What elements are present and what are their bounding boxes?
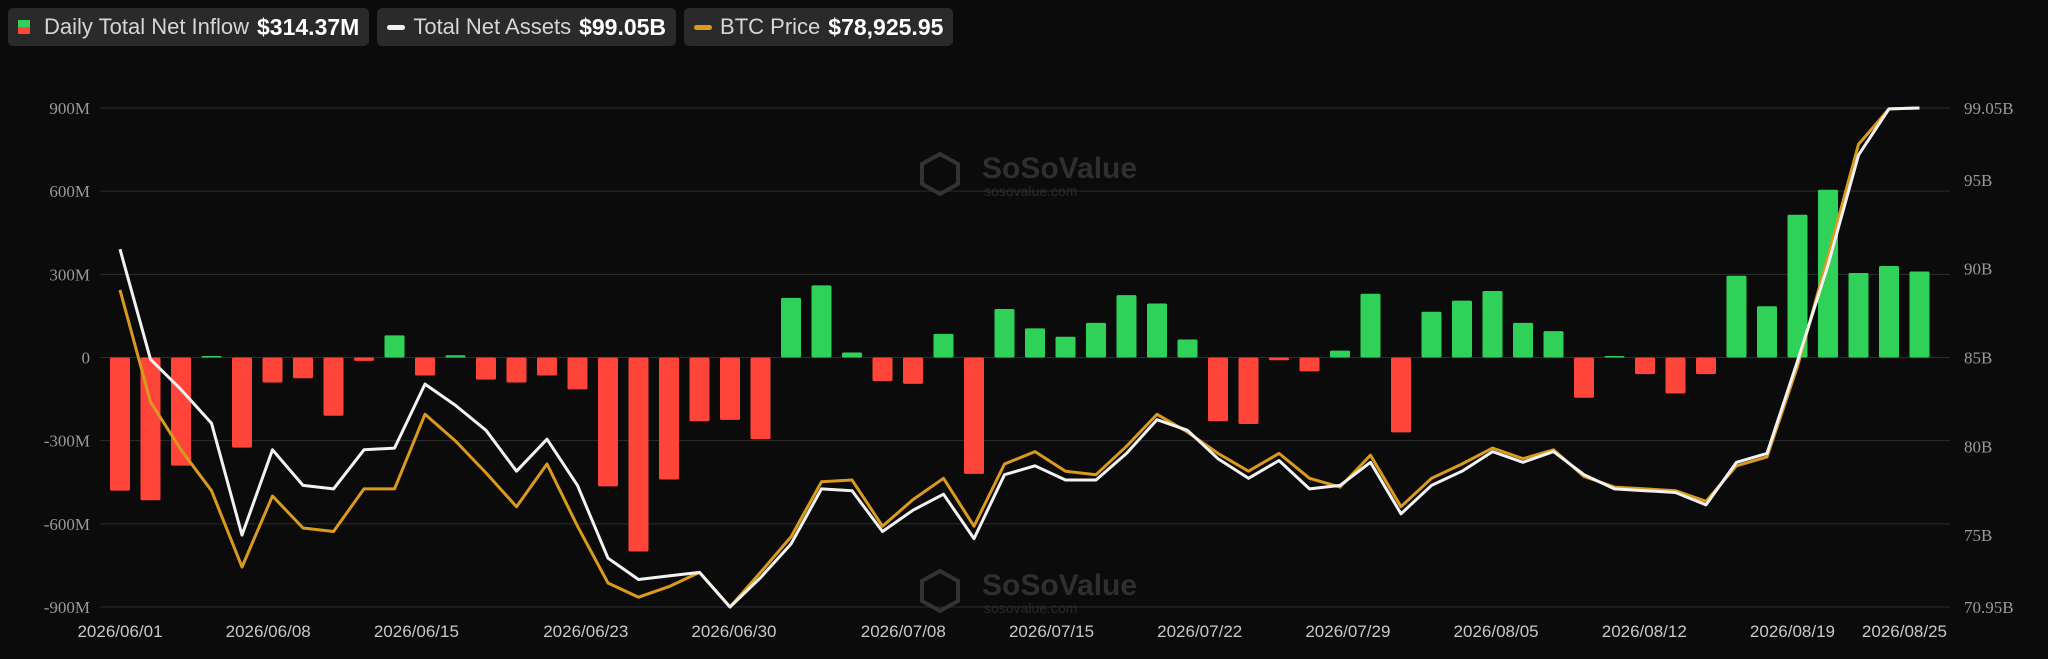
inflow-bar (1269, 357, 1289, 361)
inflow-bar (1116, 295, 1137, 358)
inflow-bar (1513, 322, 1533, 358)
inflow-bar (1818, 189, 1838, 358)
x-tick-label: 2026/06/08 (226, 622, 311, 641)
y-left-tick-label: 600M (49, 182, 90, 201)
x-tick-label: 2026/07/08 (861, 622, 946, 641)
inflow-bar (567, 357, 588, 390)
inflow-bar (598, 357, 618, 487)
y-right-tick-label: 75B (1964, 526, 1992, 545)
inflow-bar (537, 357, 557, 376)
watermark-url: sosovalue.com (984, 600, 1077, 616)
inflow-bar (1238, 357, 1259, 425)
y-left-tick-label: -600M (44, 515, 90, 534)
watermark-name: SoSoValue (982, 569, 1137, 602)
inflow-chart: SoSoValuesosovalue.comSoSoValuesosovalue… (44, 99, 2014, 641)
watermark-name: SoSoValue (982, 152, 1137, 185)
inflow-bar (354, 357, 374, 361)
inflow-bar (384, 335, 405, 358)
inflow-bar (1757, 306, 1777, 358)
inflow-bar (1330, 350, 1350, 358)
inflow-bar (1299, 357, 1320, 372)
inflow-bar (1421, 311, 1442, 358)
y-right-tick-label: 80B (1964, 437, 1992, 456)
x-tick-label: 2026/08/19 (1750, 622, 1835, 641)
x-tick-label: 2026/06/23 (543, 622, 628, 641)
inflow-bar (628, 357, 649, 552)
inflow-bar (1482, 290, 1503, 358)
inflow-bar (1055, 336, 1076, 358)
inflow-bar (933, 333, 954, 358)
inflow-bar (1909, 271, 1930, 358)
watermarks: SoSoValuesosovalue.comSoSoValuesosovalue… (920, 151, 1137, 616)
inflow-bar (811, 285, 832, 358)
inflow-bar (872, 357, 893, 382)
sosovalue-logo-icon (920, 151, 960, 197)
inflow-bar (1635, 357, 1655, 375)
y-axis-left: -900M -600M -300M 0 300M 600M 900M (44, 99, 90, 617)
inflow-bar (720, 357, 740, 420)
y-left-tick-label: -900M (44, 598, 90, 617)
x-tick-label: 2026/06/30 (691, 622, 776, 641)
x-tick-label: 2026/08/25 (1862, 622, 1947, 641)
inflow-bar (262, 357, 283, 383)
inflow-bar (1879, 266, 1899, 358)
x-tick-label: 2026/07/22 (1157, 622, 1242, 641)
inflow-bar (110, 357, 130, 491)
inflow-bar (445, 355, 466, 358)
inflow-bar (1177, 339, 1198, 358)
inflow-bar (842, 352, 862, 358)
inflow-bar (903, 357, 923, 384)
inflow-bar (1543, 331, 1564, 358)
y-left-tick-label: 0 (82, 349, 91, 368)
inflow-bar (506, 357, 527, 383)
inflow-bar (1452, 300, 1472, 358)
inflow-bar (1665, 357, 1686, 394)
y-right-tick-label: 99.05B (1964, 99, 2014, 118)
y-left-tick-label: 300M (49, 265, 90, 284)
y-right-tick-label: 95B (1964, 171, 1992, 190)
inflow-bar (323, 357, 344, 416)
sosovalue-logo-icon (920, 568, 960, 614)
inflow-bar (1574, 357, 1594, 398)
x-axis: 2026/06/01 2026/06/08 2026/06/15 2026/06/23… (77, 622, 1947, 641)
inflow-bar (964, 357, 984, 474)
inflow-bar (1208, 357, 1228, 422)
inflow-bar (415, 357, 435, 376)
watermark-url: sosovalue.com (984, 183, 1077, 199)
inflow-bar (1360, 293, 1381, 358)
y-axis-right: 70.95B 75B 80B 85B 90B 95B 99.05B (1964, 99, 2014, 617)
inflow-bar (1696, 357, 1716, 375)
inflow-bar (1147, 303, 1167, 358)
inflow-bar (232, 357, 252, 448)
inflow-bar (659, 357, 679, 480)
inflow-bar (201, 356, 222, 358)
inflow-bar (689, 357, 710, 422)
y-right-tick-label: 85B (1964, 349, 1992, 368)
y-right-tick-label: 90B (1964, 260, 1992, 279)
inflow-bar (1086, 322, 1106, 358)
x-tick-label: 2026/08/12 (1602, 622, 1687, 641)
x-tick-label: 2026/06/15 (374, 622, 459, 641)
y-left-tick-label: -300M (44, 432, 90, 451)
inflow-bar (1025, 328, 1045, 358)
x-tick-label: 2026/08/05 (1454, 622, 1539, 641)
inflow-bar (476, 357, 496, 380)
inflow-bar (750, 357, 771, 440)
inflow-bars (110, 189, 1930, 552)
x-tick-label: 2026/07/15 (1009, 622, 1094, 641)
inflow-bar (1604, 356, 1625, 358)
inflow-bar (1726, 275, 1747, 358)
inflow-bar (293, 357, 313, 379)
inflow-bar (1391, 357, 1411, 433)
x-tick-label: 2026/07/29 (1305, 622, 1390, 641)
inflow-bar (781, 297, 801, 358)
y-right-tick-label: 70.95B (1964, 598, 2014, 617)
inflow-bar (994, 308, 1015, 358)
inflow-bar (1848, 272, 1869, 358)
x-tick-label: 2026/06/01 (77, 622, 162, 641)
y-left-tick-label: 900M (49, 99, 90, 118)
